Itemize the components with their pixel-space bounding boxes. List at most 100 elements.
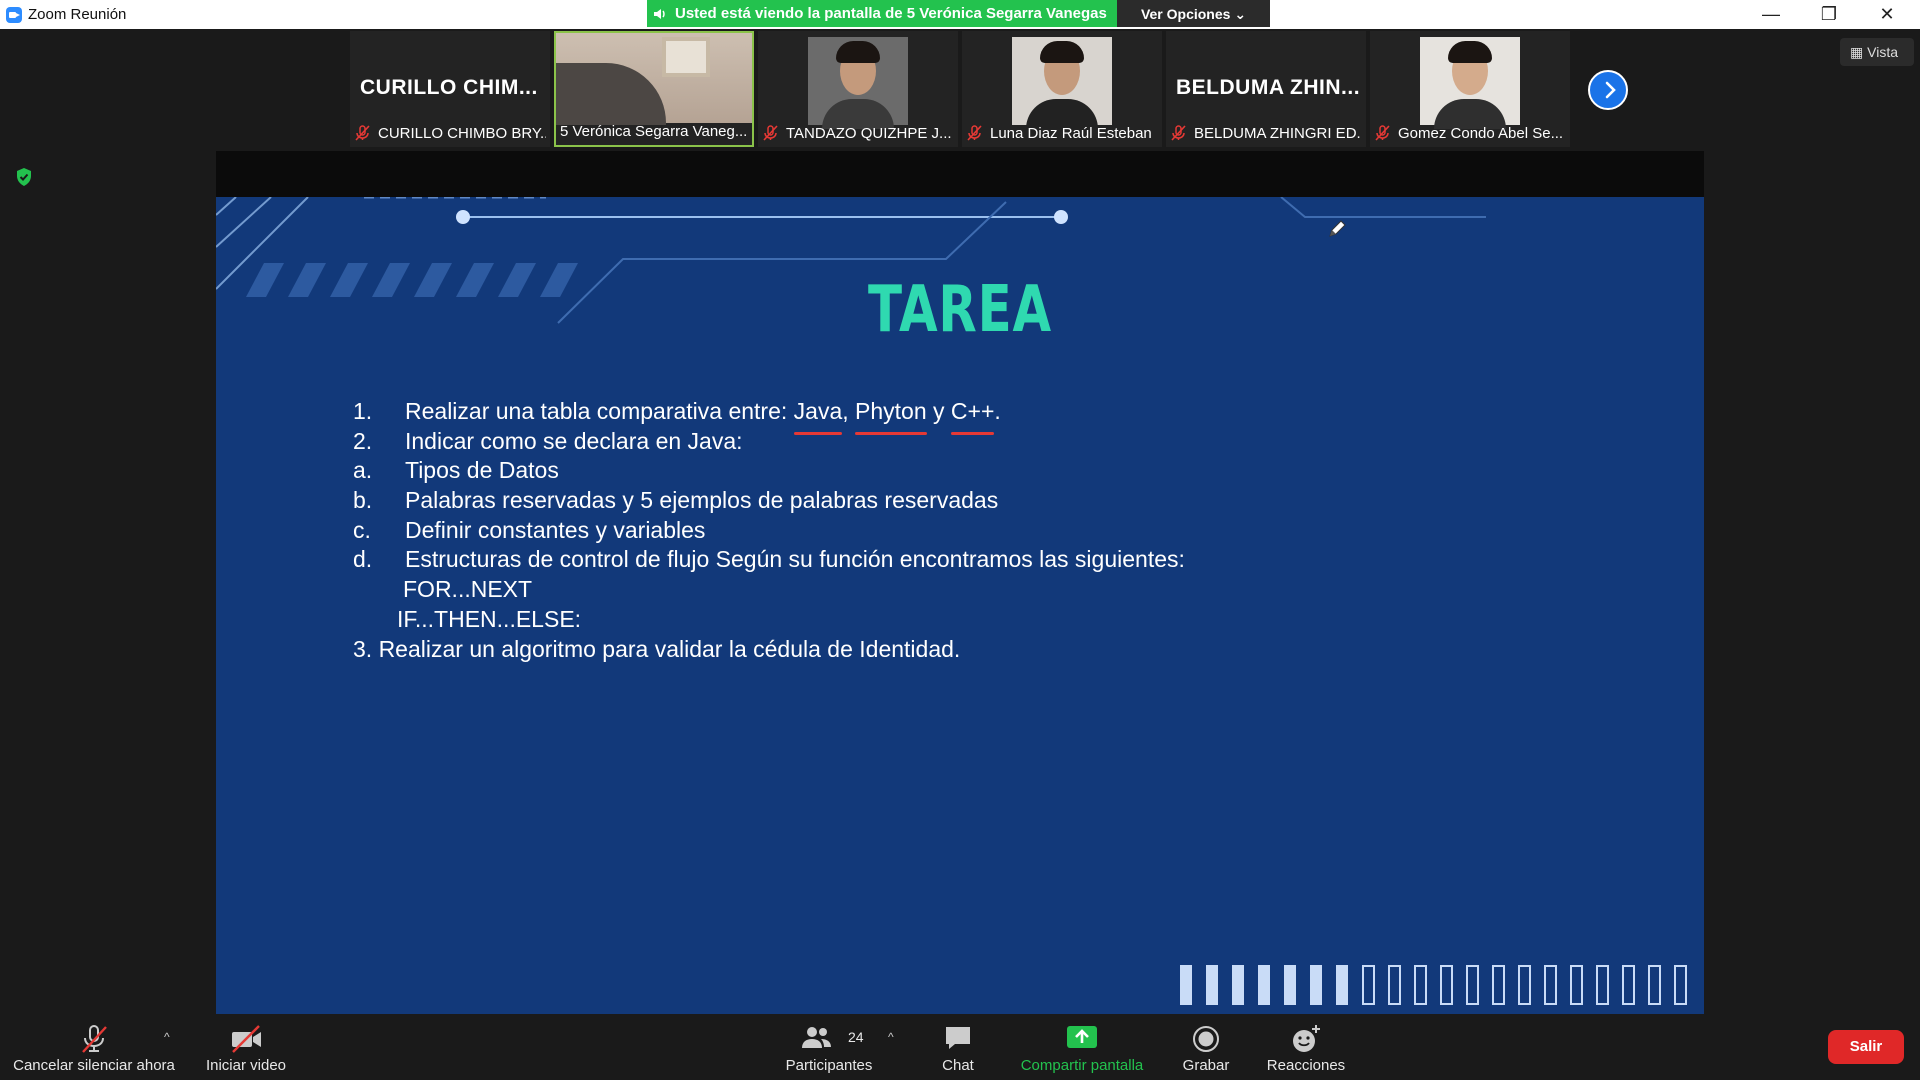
list-text: y [926,398,951,424]
list-item: FOR...NEXT [353,575,1185,605]
participant-label: CURILLO CHIMBO BRY... [354,122,546,144]
list-text: . [994,398,1001,424]
record-label: Grabar [1182,1057,1230,1074]
view-layout-button[interactable]: ▦ Vista [1840,38,1914,66]
record-button[interactable]: Grabar [1166,1016,1246,1080]
participant-video [1420,37,1520,129]
list-text: 3. Realizar un algoritmo para validar la… [353,635,961,662]
list-marker: 1. [353,398,373,424]
list-item: d. Estructuras de control de flujo Según … [353,545,1185,575]
participants-button[interactable]: Participantes [774,1016,884,1080]
participant-name: CURILLO CHIMBO BRY... [378,124,546,142]
participant-label: BELDUMA ZHINGRI ED... [1170,122,1362,144]
participant-strip: CURILLO CHIM... CURILLO CHIMBO BRY... 5 … [350,31,1570,147]
presentation-slide: TAREA 1. Realizar una tabla comparativa e… [216,197,1704,1014]
unmute-label: Cancelar silenciar ahora [13,1057,175,1074]
task-list: 1. Realizar una tabla comparativa entre: … [353,397,1185,664]
participant-tile[interactable]: Luna Diaz Raúl Esteban [962,31,1162,147]
unmute-button[interactable]: Cancelar silenciar ahora [4,1016,184,1080]
mic-off-icon [763,125,778,141]
list-marker: 2. [353,427,373,454]
participant-name: Gomez Condo Abel Se... [1398,124,1564,142]
list-marker: c. [353,516,371,543]
participant-name: TANDAZO QUIZHPE J... [786,124,952,142]
grid-icon: ▦ [1850,44,1864,60]
participant-name: Luna Diaz Raúl Esteban [990,124,1152,142]
share-screen-icon [1067,1026,1097,1048]
reactions-button[interactable]: Reacciones [1256,1016,1356,1080]
speaker-icon [654,9,665,19]
list-item: 3. Realizar un algoritmo para validar la… [353,635,1185,665]
chat-icon [946,1027,970,1049]
participant-tile[interactable]: BELDUMA ZHIN... BELDUMA ZHINGRI ED... [1166,31,1366,147]
participant-label: Luna Diaz Raúl Esteban [966,122,1158,144]
participant-name: BELDUMA ZHINGRI ED... [1194,124,1362,142]
underlined-word: Phyton [855,397,927,435]
mic-off-icon [1171,125,1186,141]
list-text: Realizar una tabla comparativa entre: [405,398,794,424]
close-button[interactable]: ✕ [1864,2,1910,28]
window-title: Zoom Reunión [28,6,127,23]
shared-screen: TAREA 1. Realizar una tabla comparativa e… [216,151,1704,1014]
restore-button[interactable]: ❐ [1806,2,1852,28]
participant-video [1012,37,1112,129]
list-item: IF...THEN...ELSE: [353,605,1185,635]
underlined-word: Java [793,397,842,435]
list-text: FOR...NEXT [403,576,533,603]
list-item: 1. Realizar una tabla comparativa entre: … [353,397,1185,435]
list-item: a. Tipos de Datos [353,456,1185,486]
reactions-label: Reacciones [1266,1057,1346,1074]
participant-tile[interactable]: TANDAZO QUIZHPE J... [758,31,958,147]
chevron-right-icon [1605,81,1616,99]
participant-name: 5 Verónica Segarra Vaneg... [560,122,748,140]
participant-tile[interactable]: CURILLO CHIM... CURILLO CHIMBO BRY... [350,31,550,147]
list-text: Estructuras de control de flujo Según su… [405,546,1185,573]
view-options-button[interactable]: Ver Opciones ⌄ [1117,0,1270,27]
list-item: b. Palabras reservadas y 5 ejemplos de pa… [353,486,1185,516]
mic-off-icon [967,125,982,141]
participants-icon [802,1027,831,1048]
slide-title: TAREA [868,273,1052,347]
share-screen-label: Compartir pantalla [1020,1057,1144,1074]
mic-off-icon [355,125,370,141]
start-video-label: Iniciar video [205,1057,287,1074]
security-shield-icon[interactable] [14,167,34,187]
participant-label: TANDAZO QUIZHPE J... [762,122,954,144]
leave-meeting-button[interactable]: Salir [1828,1030,1904,1064]
list-text: , [842,398,856,424]
participant-tile-active-speaker[interactable]: 5 Verónica Segarra Vaneg... [554,31,754,147]
participant-label: Gomez Condo Abel Se... [1374,122,1566,144]
mic-off-icon [1375,125,1390,141]
list-marker: d. [353,546,373,573]
list-item: c. Definir constantes y variables [353,516,1185,546]
list-text: Tipos de Datos [405,457,559,484]
list-item: 2. Indicar como se declara en Java: [353,427,1185,457]
participants-label: Participantes [785,1057,873,1074]
annotation-pencil-icon [1329,220,1346,237]
microphone-muted-icon [82,1025,107,1053]
participant-count: 24 [848,1029,864,1045]
audio-options-caret-icon[interactable]: ^ [164,1030,170,1044]
chevron-down-icon: ⌄ [1234,6,1247,22]
next-page-button[interactable] [1588,70,1628,110]
list-text: Indicar como se declara en Java: [405,427,743,454]
record-icon [1193,1026,1219,1052]
chat-label: Chat [942,1057,974,1074]
chat-button[interactable]: Chat [918,1016,998,1080]
participant-video [808,37,908,129]
title-bar: Zoom Reunión Usted está viendo la pantal… [0,0,1920,29]
share-screen-button[interactable]: Compartir pantalla [1012,1016,1152,1080]
participant-display-name: CURILLO CHIM... [360,76,538,99]
participant-tile[interactable]: Gomez Condo Abel Se... [1370,31,1570,147]
meeting-toolbar: Cancelar silenciar ahora ^ Iniciar video… [0,1016,1920,1080]
participant-display-name: BELDUMA ZHIN... [1176,76,1361,99]
start-video-button[interactable]: Iniciar video [196,1016,296,1080]
participants-options-caret-icon[interactable]: ^ [888,1030,894,1044]
view-layout-label: Vista [1867,44,1898,60]
minimize-button[interactable]: — [1748,2,1794,28]
underlined-word: C++ [950,397,995,435]
list-text: Definir constantes y variables [405,516,706,543]
add-reaction-icon [1293,1025,1320,1052]
screen-share-banner: Usted está viendo la pantalla de 5 Verón… [647,0,1117,27]
participant-label: 5 Verónica Segarra Vaneg... [560,120,748,142]
